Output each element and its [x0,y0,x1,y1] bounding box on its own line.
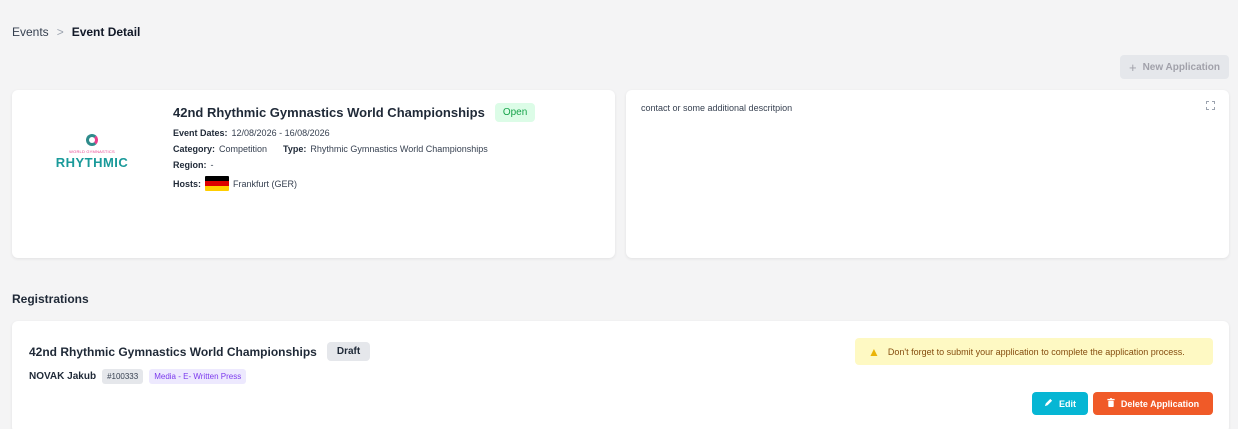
edit-button[interactable]: Edit [1032,392,1088,415]
logo-subtitle: WORLD GYMNASTICS [69,149,115,154]
delete-application-label: Delete Application [1120,398,1200,409]
registration-title-row: 42nd Rhythmic Gymnastics World Champions… [29,342,371,361]
event-region: Region: - [173,160,535,170]
event-region-value: - [210,160,214,170]
event-hosts: Hosts: Frankfurt (GER) [173,176,535,191]
breadcrumb-events-link[interactable]: Events [12,25,49,39]
registration-card: 42nd Rhythmic Gymnastics World Champions… [12,321,1229,429]
alert-text: Don't forget to submit your application … [887,346,1185,357]
event-category-type: Category: Competition Type: Rhythmic Gym… [173,144,535,154]
edit-label: Edit [1059,398,1076,409]
submit-reminder-alert: ▲ Don't forget to submit your applicatio… [855,338,1213,365]
event-title-row: 42nd Rhythmic Gymnastics World Champions… [173,103,536,122]
event-hosts-label: Hosts: [173,178,202,189]
event-logo: WORLD GYMNASTICS RHYTHMIC [52,132,132,182]
plus-icon: + [1128,59,1137,75]
person-id-tag: #100333 [102,369,144,384]
warning-icon: ▲ [868,344,880,359]
expand-icon[interactable] [1206,101,1215,110]
person-role-tag: Media - E- Written Press [149,369,247,384]
germany-flag-icon [205,176,230,191]
pencil-icon [1044,398,1053,409]
trash-icon [1107,398,1115,409]
event-host-city: Frankfurt (GER) [233,178,298,189]
event-category-value: Competition [219,144,268,154]
event-status-badge: Open [494,103,536,122]
event-dates-value: 12/08/2026 - 16/08/2026 [231,128,330,138]
registrations-title: Registrations [12,292,89,306]
event-region-label: Region: [173,160,207,170]
breadcrumb-current: Event Detail [71,25,141,39]
registration-status-badge: Draft [326,342,371,361]
event-dates-label: Event Dates: [173,128,228,138]
description-text: contact or some additional descritpion [641,103,793,113]
event-category-label: Category: [173,144,216,154]
event-title: 42nd Rhythmic Gymnastics World Champions… [173,105,485,120]
new-application-button[interactable]: + New Application [1120,55,1229,79]
event-info: 42nd Rhythmic Gymnastics World Champions… [173,103,536,191]
breadcrumb: Events > Event Detail [12,25,140,39]
logo-wordmark: RHYTHMIC [55,155,129,170]
new-application-label: New Application [1142,61,1220,73]
event-type-value: Rhythmic Gymnastics World Championships [310,144,488,154]
person-name: NOVAK Jakub [29,371,97,382]
event-type-label: Type: [283,144,307,154]
registration-title: 42nd Rhythmic Gymnastics World Champions… [29,344,317,359]
event-dates: Event Dates: 12/08/2026 - 16/08/2026 [173,128,535,138]
registration-person-row: NOVAK Jakub #100333 Media - E- Written P… [29,369,247,384]
delete-application-button[interactable]: Delete Application [1093,392,1213,415]
gymnastics-logo-icon [86,134,98,146]
event-card: WORLD GYMNASTICS RHYTHMIC 42nd Rhythmic … [12,90,615,258]
description-card: contact or some additional descritpion [626,90,1229,258]
breadcrumb-separator: > [56,25,64,39]
